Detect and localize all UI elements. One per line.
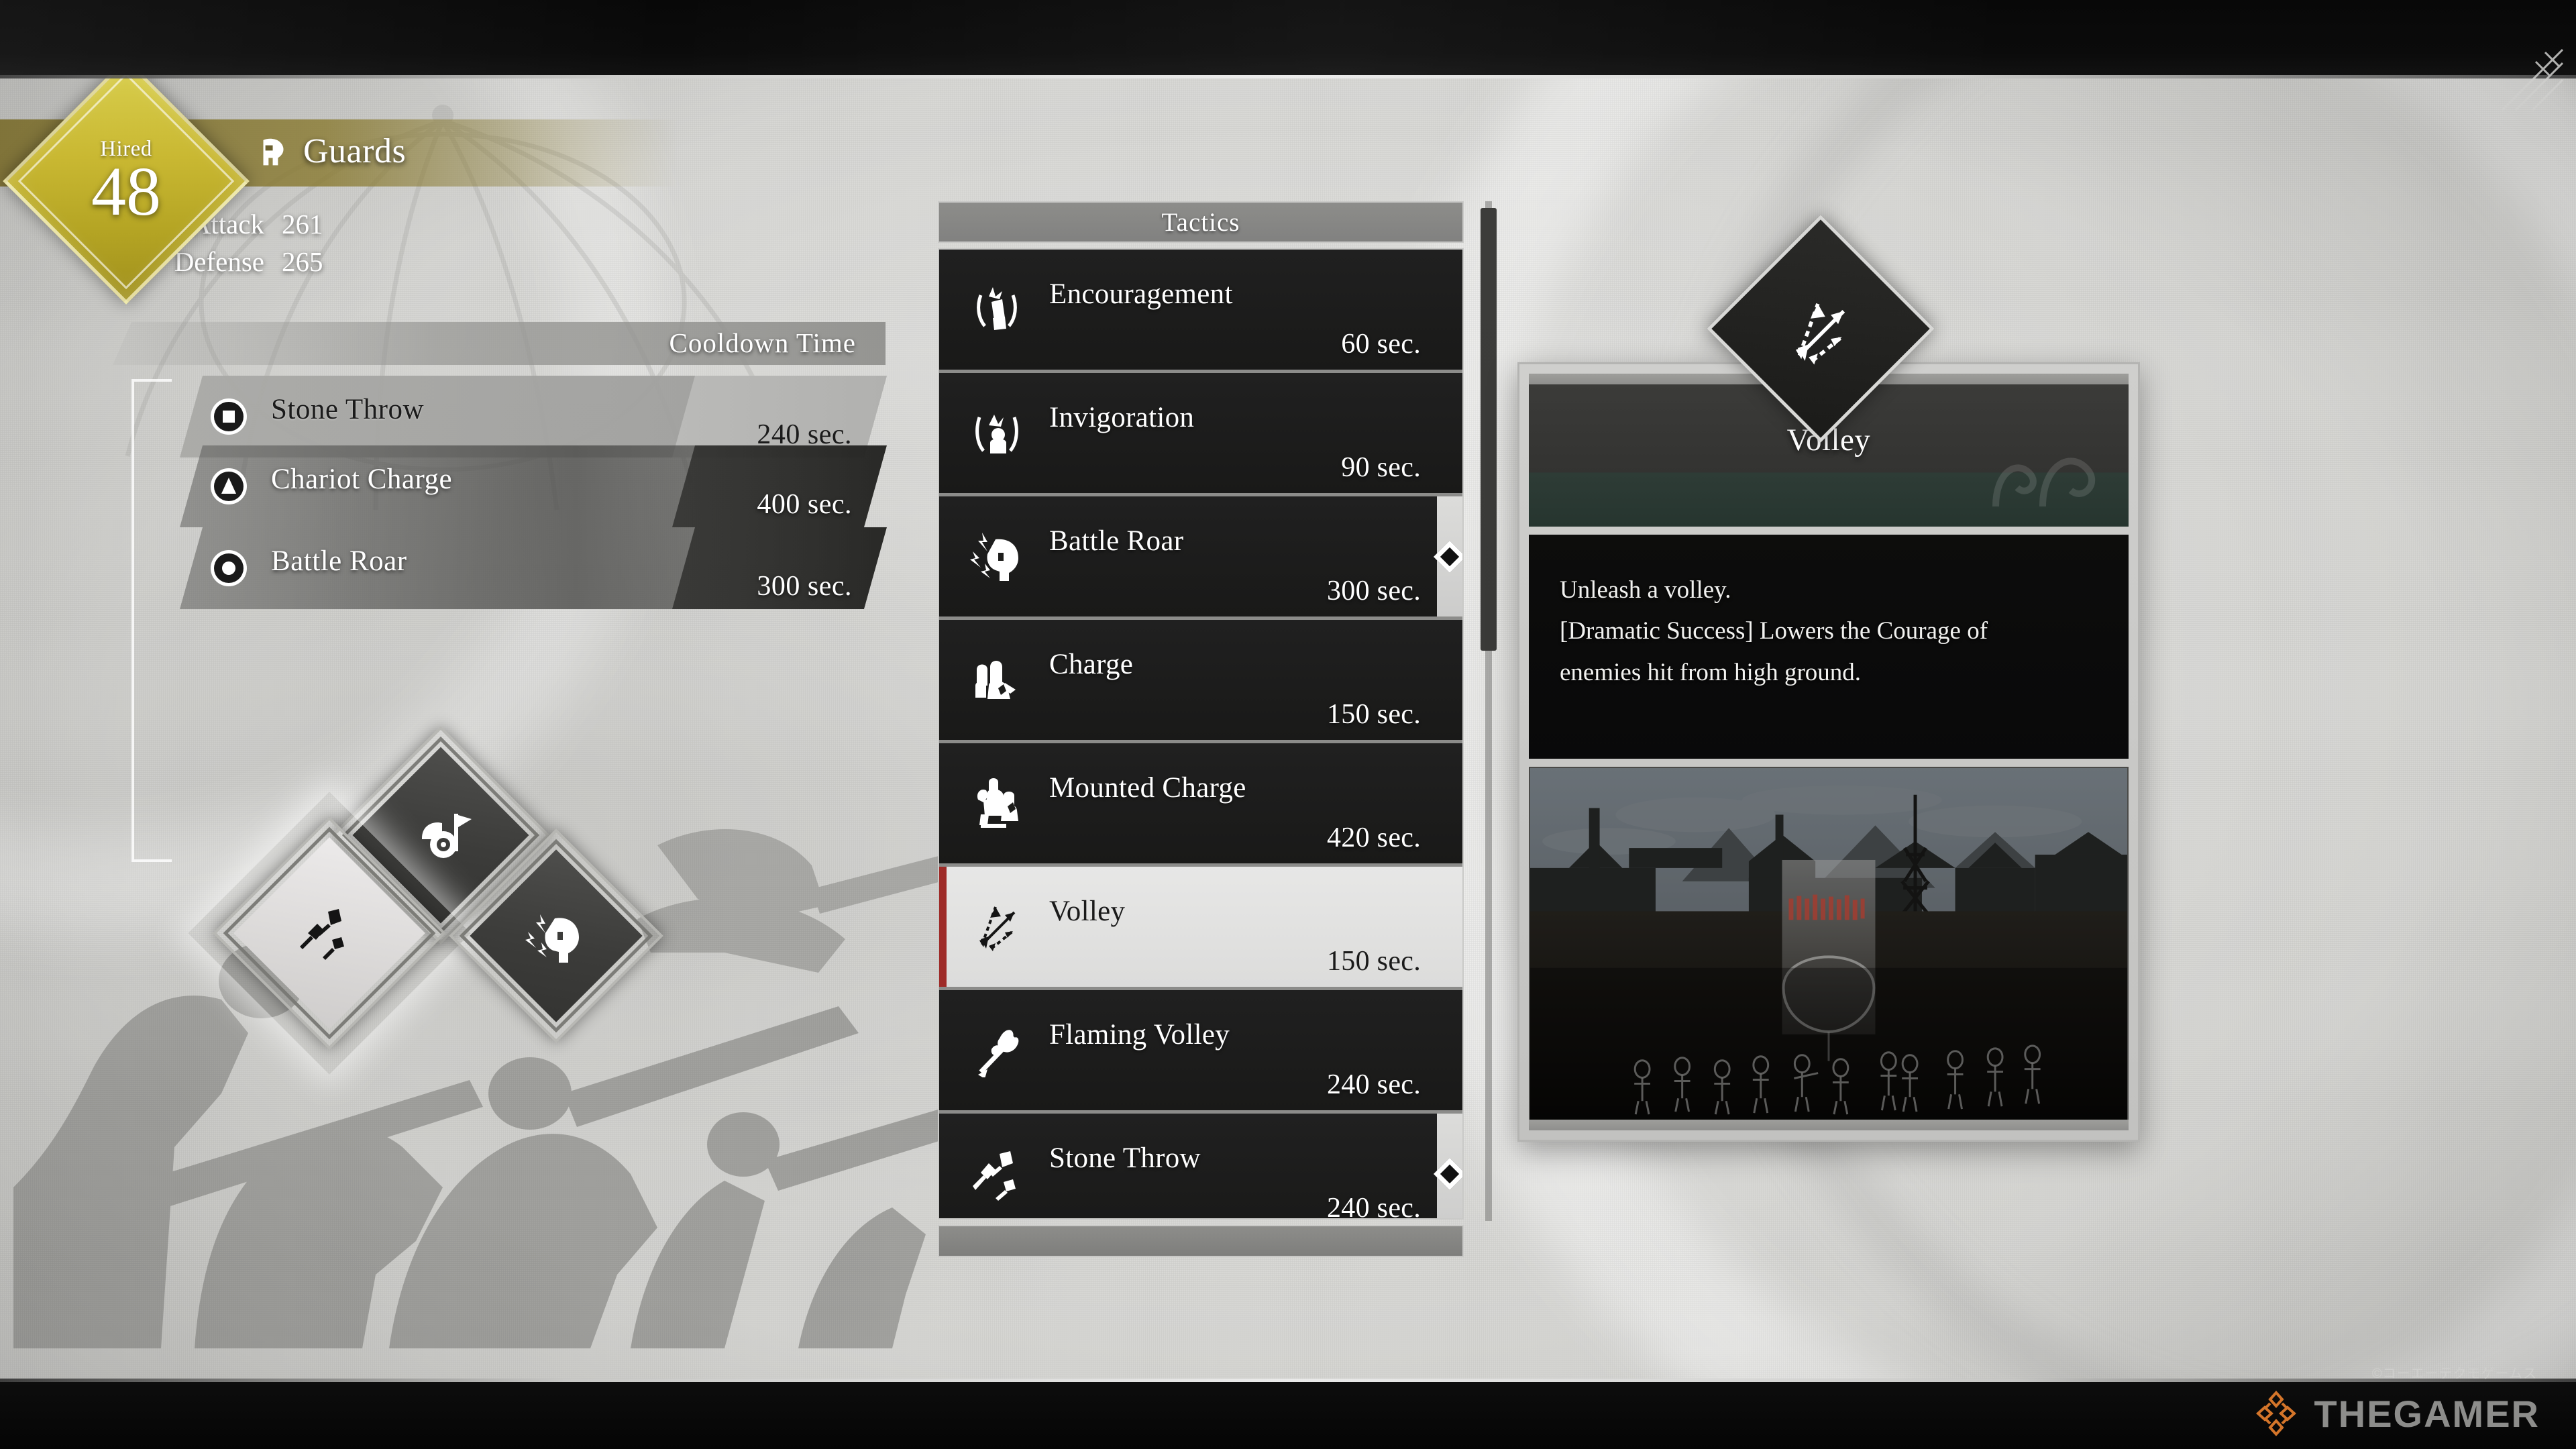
cooldown-heading: Cooldown Time — [113, 322, 885, 365]
volley-icon — [979, 906, 1016, 951]
battle-roar-icon — [970, 533, 1018, 581]
tactics-row-invigoration[interactable]: Invigoration 90 sec. — [939, 373, 1462, 496]
detail-panel-bottom-bar — [1529, 1120, 2129, 1130]
cooldown-slot-stone-throw[interactable]: Stone Throw 240 sec. — [180, 376, 887, 458]
cooldown-slot-chariot-charge[interactable]: Chariot Charge 400 sec. — [180, 445, 887, 527]
watermark-brand: THEGAMER — [2314, 1392, 2540, 1435]
watermark: THEGAMER — [2251, 1389, 2540, 1438]
detail-description-line-3: enemies hit from high ground. — [1560, 658, 1862, 686]
volley-icon — [1795, 303, 1845, 365]
detail-description-line-1: Unleash a volley. — [1560, 576, 1731, 604]
tactics-row-volley[interactable]: Volley 150 sec. — [939, 867, 1462, 990]
stone-throw-icon — [300, 909, 344, 960]
tactics-row-name: Encouragement — [1049, 278, 1233, 310]
top-bar-sheen — [0, 0, 2576, 75]
tactics-row-name: Mounted Charge — [1049, 772, 1246, 804]
tactics-panel: Tactics Encouragement 60 sec. Invigorati… — [938, 201, 1464, 1257]
detail-preview-image — [1529, 767, 2129, 1124]
cooldown-slot-name: Battle Roar — [271, 545, 407, 577]
tactics-row-flaming-volley[interactable]: Flaming Volley 240 sec. — [939, 990, 1462, 1114]
tactics-heading-label: Tactics — [1161, 207, 1240, 237]
tactics-row-charge[interactable]: Charge 150 sec. — [939, 620, 1462, 743]
cooldown-bracket — [131, 379, 172, 862]
cooldown-heading-label: Cooldown Time — [669, 327, 856, 358]
equipped-diamond-battle-roar[interactable] — [449, 828, 663, 1043]
tactics-row-time: 420 sec. — [1326, 822, 1421, 853]
ps-circle-button-icon — [209, 549, 248, 588]
tactics-row-equipped-marker — [1433, 1114, 1462, 1218]
equipped-diamond-icon-wrap — [247, 851, 412, 1016]
cooldown-slot-name: Chariot Charge — [271, 464, 453, 495]
encouragement-icon — [977, 287, 1017, 330]
hired-count: 48 — [91, 152, 161, 230]
equipped-diamond-stone-throw[interactable] — [213, 816, 446, 1050]
detail-preview-scene — [1530, 768, 2127, 1122]
cooldown-slot-name: Stone Throw — [271, 394, 425, 425]
copyright-notice: ©コーエーテクモゲームス — [2371, 1366, 2537, 1381]
cooldown-slot-battle-roar[interactable]: Battle Roar 300 sec. — [180, 527, 887, 609]
charge-icon — [975, 661, 1016, 699]
tactics-row-stone-throw[interactable]: Stone Throw 240 sec. — [939, 1114, 1462, 1220]
hired-badge: Hired 48 — [3, 58, 250, 305]
cooldown-slot-time: 300 sec. — [757, 571, 852, 602]
squad-name: Guards — [303, 132, 407, 170]
mounted-charge-icon — [977, 778, 1018, 828]
stat-attack-value: 261 — [282, 209, 323, 239]
tactics-row-name: Invigoration — [1049, 402, 1195, 433]
tactics-row-time: 150 sec. — [1326, 699, 1421, 730]
cooldown-slot-time: 400 sec. — [757, 489, 852, 520]
equipped-diamond-icon-wrap — [480, 860, 632, 1012]
tactics-row-time: 240 sec. — [1326, 1193, 1421, 1220]
invigoration-icon — [975, 415, 1018, 453]
ps-triangle-button-icon — [209, 467, 248, 506]
tactics-list[interactable]: Encouragement 60 sec. Invigoration 90 se… — [938, 248, 1464, 1220]
thegamer-logo-icon — [2255, 1391, 2296, 1436]
tactics-row-name: Flaming Volley — [1049, 1019, 1230, 1051]
tactics-row-battle-roar[interactable]: Battle Roar 300 sec. — [939, 496, 1462, 620]
squad-name-row: Guards — [255, 131, 406, 171]
bottom-bar — [0, 1382, 2576, 1449]
detail-panel: Volley Unleash a volley. [Dramatic Succe… — [1517, 362, 2140, 1142]
stat-defense-value: 265 — [282, 246, 323, 277]
top-bar-edge — [0, 75, 2576, 78]
tactics-list-footer — [938, 1225, 1464, 1257]
tactics-heading: Tactics — [938, 201, 1464, 243]
detail-badge-icon-wrap — [1740, 248, 1901, 409]
detail-badge-diamond — [1707, 215, 1935, 443]
tactics-row-time: 300 sec. — [1326, 576, 1421, 606]
top-bar — [0, 0, 2576, 75]
chariot-charge-icon — [422, 814, 472, 858]
flaming-volley-icon — [978, 1030, 1019, 1077]
bottom-bar-edge — [0, 1379, 2576, 1382]
tactics-row-name: Stone Throw — [1049, 1142, 1201, 1174]
tactics-row-time: 90 sec. — [1341, 452, 1421, 483]
detail-description: Unleash a volley. [Dramatic Success] Low… — [1529, 535, 2129, 759]
ps-square-button-icon — [209, 397, 248, 436]
tactics-row-equipped-marker — [1433, 496, 1462, 616]
tactics-scrollbar[interactable] — [1481, 201, 1497, 1221]
tactics-row-time: 60 sec. — [1341, 329, 1421, 360]
tactics-row-name: Battle Roar — [1049, 525, 1184, 557]
hired-badge-text: Hired 48 — [39, 94, 213, 268]
tactics-row-time: 240 sec. — [1326, 1069, 1421, 1100]
tactics-row-selection-bar — [939, 867, 947, 987]
tactics-row-mounted-charge[interactable]: Mounted Charge 420 sec. — [939, 743, 1462, 867]
stone-throw-icon — [973, 1151, 1016, 1201]
tactics-scrollbar-thumb[interactable] — [1481, 208, 1497, 651]
corner-ornament-icon — [2501, 48, 2564, 111]
helmet-icon — [263, 138, 284, 165]
detail-description-line-2: [Dramatic Success] Lowers the Courage of — [1560, 617, 1988, 645]
tactics-row-name: Charge — [1049, 649, 1134, 680]
tactics-row-time: 150 sec. — [1326, 946, 1421, 977]
tactics-row-name: Volley — [1049, 896, 1126, 927]
tactics-row-encouragement[interactable]: Encouragement 60 sec. — [939, 250, 1462, 373]
battle-roar-icon — [525, 914, 579, 963]
